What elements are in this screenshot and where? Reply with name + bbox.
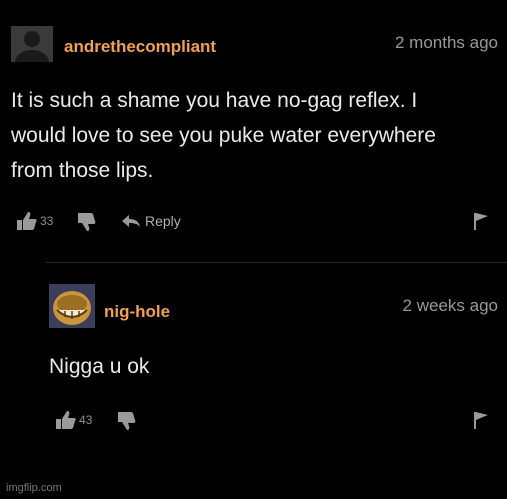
thumbs-up-icon: [17, 212, 37, 230]
user-silhouette-icon: [11, 26, 53, 62]
flag-button[interactable]: [473, 410, 489, 430]
comment-body: Nigga u ok: [49, 349, 489, 384]
imgflip-watermark: imgflip.com: [6, 482, 62, 494]
upvote-button[interactable]: 33: [16, 211, 53, 231]
avatar-image[interactable]: [49, 284, 95, 328]
downvote-button[interactable]: [117, 411, 137, 430]
comment-line: Nigga u ok: [49, 355, 150, 378]
avatar-face-icon: [49, 284, 95, 328]
username[interactable]: nig-hole: [104, 302, 170, 322]
thumbs-down-icon: [118, 412, 136, 430]
flag-icon: [474, 412, 488, 429]
flag-icon: [474, 213, 488, 230]
reply-label: Reply: [145, 213, 181, 229]
timestamp: 2 months ago: [394, 33, 498, 52]
avatar-placeholder-icon[interactable]: [11, 26, 53, 62]
comment-line: would love to see you puke water everywh…: [11, 124, 436, 147]
upvote-button[interactable]: 43: [55, 410, 92, 430]
thumbs-down-icon: [78, 213, 96, 231]
thumbs-up-icon: [56, 411, 76, 429]
like-count: 43: [79, 413, 93, 427]
like-count: 33: [40, 214, 54, 228]
downvote-button[interactable]: [77, 212, 97, 231]
username[interactable]: andrethecompliant: [64, 37, 216, 57]
reply-arrow-icon: [122, 215, 140, 227]
comment-body: It is such a shame you have no-gag refle…: [11, 83, 501, 188]
flag-button[interactable]: [473, 211, 489, 231]
comment-line: It is such a shame you have no-gag refle…: [11, 89, 418, 112]
comment-line: from those lips.: [11, 159, 154, 182]
reply-button[interactable]: Reply: [121, 213, 181, 229]
reply-divider: [46, 262, 507, 263]
timestamp: 2 weeks ago: [402, 296, 498, 315]
